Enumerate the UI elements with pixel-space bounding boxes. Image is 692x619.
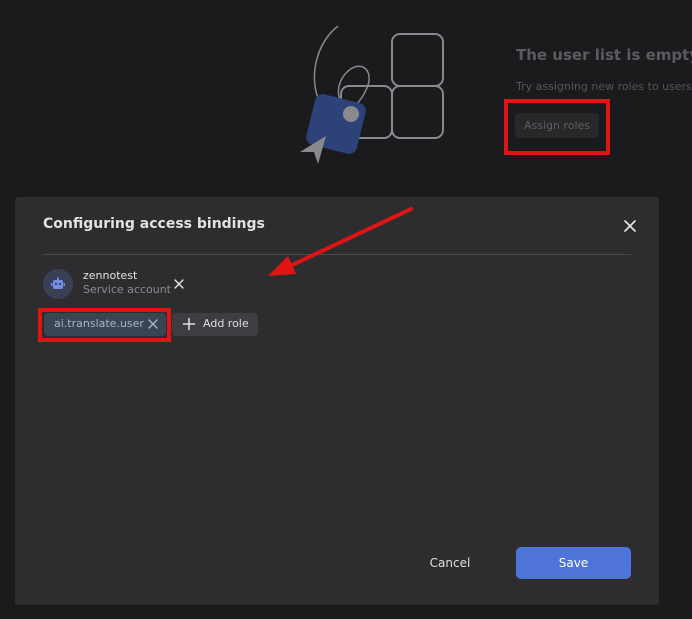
remove-icon: [174, 279, 184, 289]
add-role-button[interactable]: Add role: [172, 313, 258, 336]
role-chip-label: ai.translate.user: [54, 317, 144, 330]
close-dialog-button[interactable]: [621, 217, 639, 235]
service-account-avatar: [43, 269, 73, 299]
save-button[interactable]: Save: [516, 547, 631, 579]
dialog-divider: [43, 254, 631, 255]
empty-list-subtitle: Try assigning new roles to users: [516, 80, 692, 93]
plus-icon: [182, 317, 196, 331]
remove-role-button[interactable]: [146, 317, 160, 331]
dialog-title: Configuring access bindings: [43, 216, 265, 232]
empty-list-title: The user list is empty: [516, 46, 692, 64]
remove-subject-button[interactable]: [172, 277, 186, 291]
remove-icon: [148, 319, 158, 329]
role-chip[interactable]: ai.translate.user: [44, 313, 166, 336]
subject-name: zennotest: [83, 269, 138, 282]
subject-type: Service account: [83, 283, 171, 296]
assign-roles-button[interactable]: Assign roles: [515, 113, 599, 138]
robot-icon: [51, 277, 65, 289]
cancel-button[interactable]: Cancel: [419, 547, 481, 579]
access-bindings-dialog: Configuring access bindings zennotest Se…: [15, 197, 659, 605]
empty-list-illustration: [300, 25, 444, 164]
close-icon: [624, 220, 636, 232]
add-role-label: Add role: [203, 317, 249, 330]
